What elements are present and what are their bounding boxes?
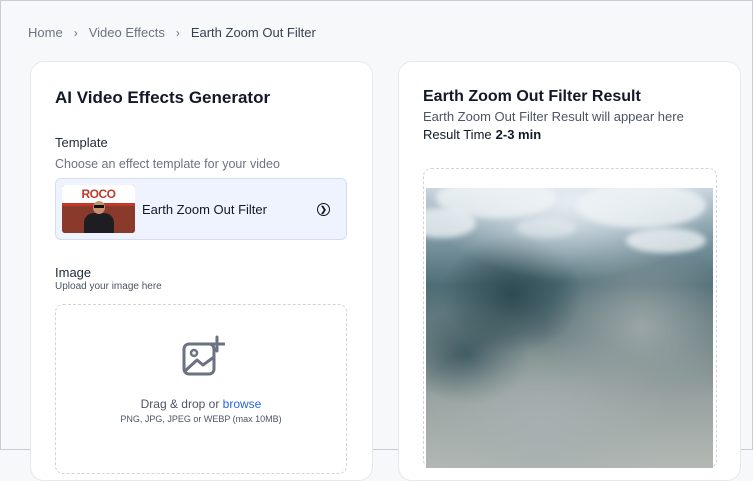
breadcrumb-video-effects[interactable]: Video Effects xyxy=(89,25,165,40)
drop-instructions: Drag & drop or browse xyxy=(56,397,346,411)
template-selector[interactable]: ROCO Earth Zoom Out Filter ❯ xyxy=(55,178,347,240)
template-thumbnail: ROCO xyxy=(62,185,135,233)
result-time: Result Time 2-3 min xyxy=(423,127,541,142)
result-preview-image xyxy=(426,188,713,468)
result-panel: Earth Zoom Out Filter Result Earth Zoom … xyxy=(398,61,741,481)
generator-panel: AI Video Effects Generator Template Choo… xyxy=(30,61,373,481)
image-drop-zone[interactable]: Drag & drop or browse PNG, JPG, JPEG or … xyxy=(55,304,347,474)
result-time-label: Result Time xyxy=(423,127,492,142)
browse-link[interactable]: browse xyxy=(223,397,262,411)
result-hint: Earth Zoom Out Filter Result will appear… xyxy=(423,109,684,124)
chevron-right-icon: › xyxy=(175,25,180,40)
generator-title: AI Video Effects Generator xyxy=(55,88,271,107)
drop-text: Drag & drop or xyxy=(140,397,220,411)
image-hint: Upload your image here xyxy=(55,281,162,292)
image-label: Image xyxy=(55,265,92,280)
breadcrumb-home[interactable]: Home xyxy=(28,25,63,40)
result-preview-frame xyxy=(423,168,717,468)
breadcrumb-current: Earth Zoom Out Filter xyxy=(190,25,316,40)
chevron-right-icon: › xyxy=(73,25,78,40)
accepted-formats: PNG, JPG, JPEG or WEBP (max 10MB) xyxy=(120,414,282,424)
image-plus-icon xyxy=(182,335,225,376)
breadcrumb: Home › Video Effects › Earth Zoom Out Fi… xyxy=(28,25,316,40)
result-title: Earth Zoom Out Filter Result xyxy=(423,88,641,105)
template-name: Earth Zoom Out Filter xyxy=(142,202,267,217)
template-label: Template xyxy=(55,135,108,150)
result-time-value: 2-3 min xyxy=(495,127,542,142)
template-hint: Choose an effect template for your video xyxy=(55,157,280,171)
chevron-right-circle-icon[interactable]: ❯ xyxy=(317,203,330,216)
